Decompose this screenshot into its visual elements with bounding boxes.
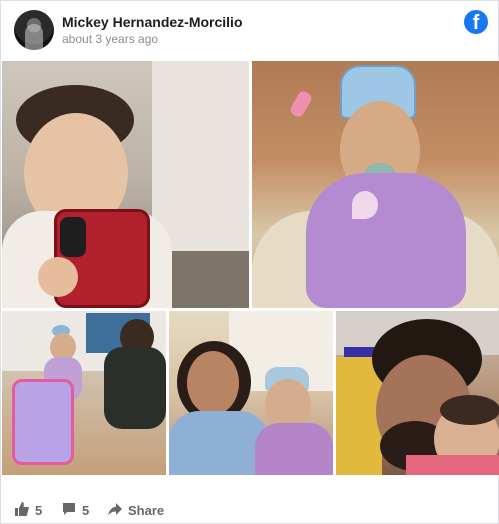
share-label: Share <box>128 502 165 518</box>
baby-outfit <box>255 423 333 475</box>
like-button[interactable]: 5 <box>15 501 42 519</box>
facebook-icon[interactable]: f <box>464 10 488 34</box>
man-shirt <box>104 347 166 429</box>
photo-chair <box>336 357 382 475</box>
like-count: 5 <box>35 502 43 518</box>
pink-toy <box>288 89 314 119</box>
photo-baby-with-crown[interactable] <box>252 61 499 308</box>
post-header: Mickey Hernandez-Morcilio about 3 years … <box>1 1 499 59</box>
heart-badge <box>352 191 378 219</box>
share-button[interactable]: Share <box>108 501 164 519</box>
photo-man-kissing-baby[interactable] <box>336 311 499 475</box>
comment-button[interactable]: 5 <box>62 501 89 519</box>
photo-background-door <box>152 61 249 251</box>
baby-hair <box>440 395 499 425</box>
girl-face <box>187 351 239 415</box>
like-icon <box>15 501 29 519</box>
author-avatar[interactable] <box>14 10 54 50</box>
share-icon <box>108 502 122 519</box>
purple-outfit <box>306 173 466 308</box>
facebook-post: Mickey Hernandez-Morcilio about 3 years … <box>0 0 499 524</box>
phone-camera <box>60 217 86 257</box>
avatar-figure <box>25 24 43 50</box>
photo-girl-holding-baby[interactable] <box>169 311 333 475</box>
baby-shirt <box>406 455 499 475</box>
baby-hand <box>38 257 78 297</box>
comment-icon <box>62 502 76 519</box>
post-timestamp[interactable]: about 3 years ago <box>62 32 158 46</box>
girl-shirt <box>169 411 269 475</box>
author-name[interactable]: Mickey Hernandez-Morcilio <box>62 14 243 30</box>
baby-walker-toy <box>12 379 74 465</box>
comment-count: 5 <box>82 502 90 518</box>
post-actions: 5 5 Share <box>1 491 499 524</box>
photo-baby-with-phone[interactable] <box>2 61 249 308</box>
photo-baby-walker[interactable] <box>2 311 166 475</box>
